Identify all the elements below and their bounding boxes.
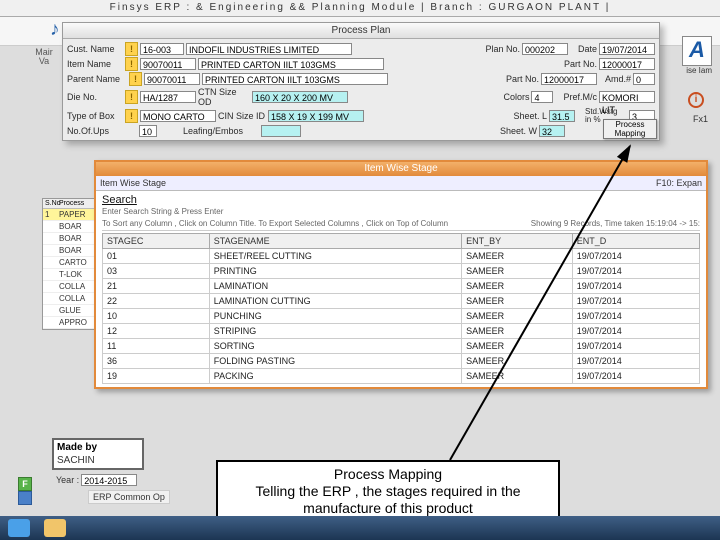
cin-size-input[interactable]: 158 X 19 X 199 MV bbox=[268, 110, 364, 122]
table-row[interactable]: 10PUNCHINGSAMEER19/07/2014 bbox=[103, 309, 700, 324]
year-row: Year :2014-2015 bbox=[56, 474, 137, 486]
table-row[interactable]: 12STRIPINGSAMEER19/07/2014 bbox=[103, 324, 700, 339]
app-title: Finsys ERP : & Engineering && Planning M… bbox=[0, 0, 720, 17]
warn-icon[interactable]: ! bbox=[125, 109, 138, 123]
ctn-size-input[interactable]: 160 X 20 X 200 MV bbox=[252, 91, 348, 103]
sheet-l-label: Sheet. L bbox=[513, 111, 547, 121]
side-item[interactable]: T-LOK bbox=[43, 269, 101, 281]
leafing-label: Leafing/Embos bbox=[183, 126, 259, 136]
part-no-label: Part No. bbox=[564, 59, 597, 69]
ctn-size-label: CTN Size OD bbox=[198, 87, 250, 107]
side-item[interactable]: BOAR bbox=[43, 221, 101, 233]
parent-code-input[interactable]: 90070011 bbox=[144, 73, 200, 85]
table-row[interactable]: 19PACKINGSAMEER19/07/2014 bbox=[103, 369, 700, 384]
warn-icon[interactable]: ! bbox=[129, 72, 142, 86]
process-mapping-button[interactable]: Process Mapping bbox=[603, 119, 657, 139]
die-no-label: Die No. bbox=[67, 92, 123, 102]
side-item[interactable]: BOAR bbox=[43, 245, 101, 257]
part-no-input[interactable]: 12000017 bbox=[599, 58, 655, 70]
side-process-list: S.NoProcess 1PAPERBOARBOARBOARCARTOT-LOK… bbox=[42, 198, 102, 330]
process-plan-window: Process Plan Cust. Name ! 16-003 INDOFIL… bbox=[62, 22, 660, 141]
parent-desc-input[interactable]: PRINTED CARTON IILT 103GMS bbox=[202, 73, 388, 85]
taskbar[interactable] bbox=[0, 516, 720, 540]
table-row[interactable]: 22LAMINATION CUTTINGSAMEER19/07/2014 bbox=[103, 294, 700, 309]
plan-no-label: Plan No. bbox=[485, 44, 520, 54]
ise-label: ise Iam bbox=[686, 66, 712, 75]
side-item[interactable]: 1PAPER bbox=[43, 209, 101, 221]
pref-mc-input[interactable]: KOMORI LIT bbox=[599, 91, 655, 103]
side-item[interactable]: GLUE bbox=[43, 305, 101, 317]
type-box-input[interactable]: MONO CARTO bbox=[140, 110, 216, 122]
col-header[interactable]: ENT_BY bbox=[462, 234, 573, 249]
type-box-label: Type of Box bbox=[67, 111, 123, 121]
folder-icon[interactable] bbox=[44, 519, 66, 537]
col-header[interactable]: STAGENAME bbox=[209, 234, 461, 249]
part-no-label2: Part No. bbox=[506, 74, 539, 84]
stage-table: STAGECSTAGENAMEENT_BYENT_D 01SHEET/REEL … bbox=[102, 233, 700, 384]
colors-label: Colors bbox=[503, 92, 529, 102]
side-item[interactable]: APPRO bbox=[43, 317, 101, 329]
col-header[interactable]: STAGEC bbox=[103, 234, 210, 249]
cust-code-input[interactable]: 16-003 bbox=[140, 43, 184, 55]
item-code-input[interactable]: 90070011 bbox=[140, 58, 196, 70]
amd-input[interactable]: 0 bbox=[633, 73, 655, 85]
iws-expand[interactable]: F10: Expan bbox=[656, 178, 702, 188]
amd-label: Amd.# bbox=[605, 74, 631, 84]
sheet-w-label: Sheet. W bbox=[500, 126, 537, 136]
iws-title: Item Wise Stage bbox=[96, 162, 706, 176]
side-item[interactable]: COLLA bbox=[43, 281, 101, 293]
music-icon: ♪ bbox=[50, 19, 60, 41]
pref-mc-label: Pref.M/c bbox=[563, 92, 597, 102]
col-header[interactable]: ENT_D bbox=[572, 234, 699, 249]
made-by-label: Made by bbox=[54, 440, 142, 455]
leafing-input[interactable] bbox=[261, 125, 301, 137]
warn-icon[interactable]: ! bbox=[125, 90, 138, 104]
made-by-value: SACHIN bbox=[54, 455, 142, 468]
date-label: Date bbox=[578, 44, 597, 54]
warn-icon[interactable]: ! bbox=[125, 42, 138, 56]
fx1-label: Fx1 bbox=[693, 114, 708, 124]
process-plan-title: Process Plan bbox=[63, 23, 659, 39]
parent-name-label: Parent Name bbox=[67, 74, 127, 84]
ie-icon[interactable] bbox=[8, 519, 30, 537]
calc-icon[interactable] bbox=[18, 491, 32, 505]
year-input[interactable]: 2014-2015 bbox=[81, 474, 137, 486]
table-row[interactable]: 21LAMINATIONSAMEER19/07/2014 bbox=[103, 279, 700, 294]
side-item[interactable]: BOAR bbox=[43, 233, 101, 245]
part-no2-input[interactable]: 12000017 bbox=[541, 73, 597, 85]
a-icon[interactable]: A bbox=[682, 36, 712, 66]
company-input[interactable]: INDOFIL INDUSTRIES LIMITED bbox=[186, 43, 352, 55]
info-icon[interactable]: i bbox=[688, 92, 704, 108]
cin-size-label: CIN Size ID bbox=[218, 111, 266, 121]
iws-bar-left: Item Wise Stage bbox=[100, 178, 166, 188]
table-row[interactable]: 03PRINTINGSAMEER19/07/2014 bbox=[103, 264, 700, 279]
ups-input[interactable]: 10 bbox=[139, 125, 157, 137]
cust-name-label: Cust. Name bbox=[67, 44, 123, 54]
colors-input[interactable]: 4 bbox=[531, 91, 553, 103]
table-row[interactable]: 01SHEET/REEL CUTTINGSAMEER19/07/2014 bbox=[103, 249, 700, 264]
made-by-box: Made by SACHIN bbox=[52, 438, 144, 470]
item-name-label: Item Name bbox=[67, 59, 123, 69]
date-input[interactable]: 19/07/2014 bbox=[599, 43, 655, 55]
side-list-header: S.NoProcess bbox=[43, 199, 101, 209]
sheet-l-input[interactable]: 31.5 bbox=[549, 110, 575, 122]
erp-common-tab[interactable]: ERP Common Op bbox=[88, 490, 170, 504]
table-row[interactable]: 11SORTINGSAMEER19/07/2014 bbox=[103, 339, 700, 354]
sheet-w-input[interactable]: 32 bbox=[539, 125, 565, 137]
item-wise-stage-window: Item Wise Stage Item Wise Stage F10: Expa… bbox=[94, 160, 708, 389]
ribbon-label-main: MairVa bbox=[28, 48, 60, 66]
search-hint: Enter Search String & Press Enter bbox=[102, 207, 700, 216]
die-no-input[interactable]: HA/1287 bbox=[140, 91, 196, 103]
warn-icon[interactable]: ! bbox=[125, 57, 138, 71]
plan-no-input[interactable]: 000202 bbox=[522, 43, 568, 55]
sort-hint: To Sort any Column , Click on Column Tit… bbox=[102, 219, 448, 228]
records-info: Showing 9 Records, Time taken 15:19:04 -… bbox=[531, 219, 700, 228]
search-label[interactable]: Search bbox=[102, 194, 700, 206]
table-row[interactable]: 36FOLDING PASTINGSAMEER19/07/2014 bbox=[103, 354, 700, 369]
side-item[interactable]: COLLA bbox=[43, 293, 101, 305]
ups-label: No.Of.Ups bbox=[67, 126, 123, 136]
excel-icon[interactable]: F bbox=[18, 477, 32, 491]
item-desc-input[interactable]: PRINTED CARTON IILT 103GMS bbox=[198, 58, 384, 70]
side-item[interactable]: CARTO bbox=[43, 257, 101, 269]
